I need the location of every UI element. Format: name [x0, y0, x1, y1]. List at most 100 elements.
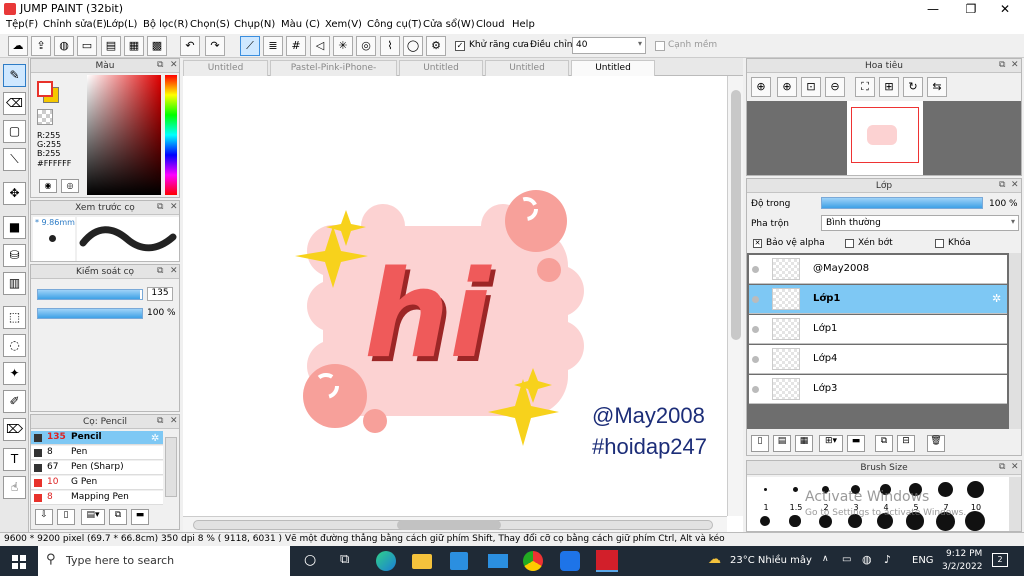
page-icon[interactable]: ▤: [101, 36, 121, 56]
brush-size-scrollbar[interactable]: [1009, 477, 1021, 531]
share-icon[interactable]: ⇪: [31, 36, 51, 56]
panel-close-icon[interactable]: ✕: [170, 202, 178, 212]
horizontal-scroll-grip[interactable]: [397, 520, 501, 530]
weather-text[interactable]: 23°C Nhiều mây: [730, 555, 812, 566]
eraser-tool-icon[interactable]: ⌫: [3, 92, 26, 115]
layer-row[interactable]: Lớp1: [749, 285, 1007, 314]
cloud-icon[interactable]: ☁: [8, 36, 28, 56]
brush-list-item[interactable]: 10 G Pen: [31, 476, 163, 490]
brush-size-cell[interactable]: 7: [933, 477, 961, 531]
brush-tool-icon[interactable]: ⟍: [3, 148, 26, 171]
navigator-thumbnail[interactable]: [847, 101, 923, 175]
rotate-icon[interactable]: ↻: [903, 77, 923, 97]
curve-icon[interactable]: ⌇: [380, 36, 400, 56]
jump-paint-taskbar-icon[interactable]: [596, 550, 618, 572]
task-view-icon[interactable]: ⧉: [340, 552, 349, 567]
taskbar-search[interactable]: ⚲ Type here to search: [38, 546, 290, 576]
pen-tool-icon[interactable]: ✎: [3, 64, 26, 87]
panel-close-icon[interactable]: ✕: [170, 416, 178, 426]
tab-untitled-1[interactable]: Untitled: [183, 60, 268, 76]
layer-row[interactable]: @May2008: [749, 255, 1007, 284]
text-tool-icon[interactable]: T: [3, 448, 26, 471]
notification-icon[interactable]: 2: [992, 553, 1008, 567]
radial-icon[interactable]: ✳: [333, 36, 353, 56]
menu-edit[interactable]: Chỉnh sửa(E): [43, 19, 107, 30]
menu-tools[interactable]: Công cụ(T): [367, 19, 422, 30]
brush-list-item[interactable]: 8 Pen: [31, 446, 163, 460]
language-indicator[interactable]: ENG: [912, 555, 934, 566]
comment-icon[interactable]: ▭: [77, 36, 97, 56]
brush-list-item[interactable]: 67 Pen (Sharp): [31, 461, 163, 475]
mail-icon[interactable]: [488, 554, 508, 568]
perspective-icon[interactable]: ◁: [310, 36, 330, 56]
document-icon[interactable]: ▦: [124, 36, 144, 56]
panel-popout-icon[interactable]: ⧉: [999, 180, 1005, 190]
ellipse-icon[interactable]: ◯: [403, 36, 423, 56]
adjust-select[interactable]: 40 ▾: [572, 37, 646, 54]
layer-visibility-icon[interactable]: [752, 386, 759, 393]
merge-layer-icon[interactable]: ⊟: [897, 435, 915, 452]
zoom-fit-icon[interactable]: ⊕: [751, 77, 771, 97]
panel-popout-icon[interactable]: ⧉: [157, 416, 163, 426]
brush-settings-icon[interactable]: ✲: [151, 433, 159, 444]
hatch-icon[interactable]: ≣: [263, 36, 283, 56]
menu-help[interactable]: Help: [512, 19, 535, 30]
eyedropper-icon[interactable]: ◉: [39, 179, 57, 193]
minimize-button[interactable]: —: [916, 0, 950, 18]
layer-row[interactable]: Lớp4: [749, 345, 1007, 374]
fill-rect-icon[interactable]: ■: [3, 216, 26, 239]
color-picker-square[interactable]: [87, 75, 161, 195]
zoom-out-icon[interactable]: ⊖: [825, 77, 845, 97]
clipping-checkbox[interactable]: [845, 239, 854, 248]
lasso-tool-icon[interactable]: ◌: [3, 334, 26, 357]
bucket-tool-icon[interactable]: ⛁: [3, 244, 26, 267]
panel-popout-icon[interactable]: ⧉: [999, 462, 1005, 472]
select-pen-icon[interactable]: ✐: [3, 390, 26, 413]
fit-window-icon[interactable]: ⛶: [855, 77, 875, 97]
settings-icon[interactable]: ⚙: [426, 36, 446, 56]
drawing-canvas[interactable]: hi hi @May2008 #hoidap247: [183, 76, 743, 532]
brush-size-cell[interactable]: 1: [753, 477, 781, 531]
select-rect-icon[interactable]: ▢: [3, 120, 26, 143]
vertical-scroll-thumb[interactable]: [731, 90, 741, 340]
brush-list-item[interactable]: 135 Pencil: [31, 431, 163, 445]
brush-size-slider[interactable]: [37, 289, 143, 300]
clock-time[interactable]: 9:12 PM: [946, 549, 982, 559]
layer-scrollbar[interactable]: [1009, 253, 1021, 429]
layer-row[interactable]: Lớp3: [749, 375, 1007, 404]
marquee-tool-icon[interactable]: ⬚: [3, 306, 26, 329]
brush-list-scrollbar[interactable]: [165, 437, 177, 497]
maximize-button[interactable]: ❐: [954, 0, 988, 18]
store-icon[interactable]: [450, 552, 468, 570]
palette-icon[interactable]: ◎: [61, 179, 79, 193]
menu-layer[interactable]: Lớp(L): [106, 19, 137, 30]
zoom-actual-icon[interactable]: ⊡: [801, 77, 821, 97]
gradient-tool-icon[interactable]: ▥: [3, 272, 26, 295]
undo-icon[interactable]: ↶: [180, 36, 200, 56]
tab-untitled-2[interactable]: Untitled: [399, 60, 483, 76]
layer-settings-icon[interactable]: ✲: [992, 292, 1001, 305]
duplicate-layer-icon[interactable]: ⧉: [875, 435, 893, 452]
new-raster-icon[interactable]: ▤: [773, 435, 791, 452]
windows-start-icon[interactable]: [12, 555, 26, 569]
battery-icon[interactable]: ▭: [842, 554, 851, 565]
panel-popout-icon[interactable]: ⧉: [157, 202, 163, 212]
file-explorer-icon[interactable]: [412, 554, 432, 569]
brush-folder-icon[interactable]: ▬: [131, 509, 149, 525]
flip-icon[interactable]: ⇆: [927, 77, 947, 97]
magic-wand-icon[interactable]: ✦: [3, 362, 26, 385]
volume-icon[interactable]: ♪: [884, 553, 891, 566]
chat-icon[interactable]: ◍: [54, 36, 74, 56]
hand-tool-icon[interactable]: ☝: [3, 476, 26, 499]
brush-menu-icon[interactable]: ▤▾: [81, 509, 105, 525]
tab-untitled-active[interactable]: Untitled: [571, 60, 655, 76]
panel-popout-icon[interactable]: ⧉: [999, 60, 1005, 70]
layer-visibility-icon[interactable]: [752, 356, 759, 363]
brush-size-value[interactable]: 135: [147, 287, 173, 301]
antialias-checkbox[interactable]: ✓: [455, 41, 465, 51]
panel-close-icon[interactable]: ✕: [170, 266, 178, 276]
layer-opacity-slider[interactable]: [821, 197, 983, 209]
vertical-scrollbar[interactable]: [727, 76, 743, 516]
menu-window[interactable]: Cửa sổ(W): [423, 19, 475, 30]
grid-layout-icon[interactable]: ▩: [147, 36, 167, 56]
